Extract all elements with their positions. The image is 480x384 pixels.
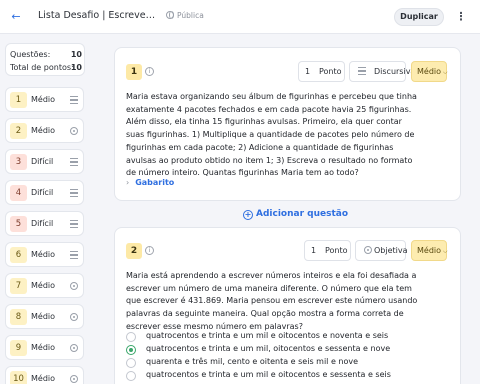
lines-icon bbox=[70, 158, 78, 166]
answer-option-text: quarenta e três mil, cento e oitenta e s… bbox=[146, 357, 359, 366]
radio-icon bbox=[70, 282, 78, 290]
question-type-label: Objetiva bbox=[374, 246, 408, 255]
radio-button[interactable] bbox=[126, 371, 136, 381]
questions-count: 10 bbox=[70, 50, 82, 59]
question-type-select[interactable]: Objetiva bbox=[355, 240, 408, 261]
chevron-down-icon: ⌵ bbox=[443, 69, 448, 76]
question-nav-item-4[interactable]: 4 Difícil bbox=[5, 180, 84, 205]
question-number: 7 bbox=[10, 278, 27, 294]
question-number: 9 bbox=[10, 340, 27, 356]
points-value: 1 bbox=[311, 246, 317, 255]
radio-icon bbox=[70, 127, 78, 135]
add-question-button[interactable]: + Adicionar questão bbox=[243, 209, 348, 220]
difficulty-select[interactable]: Médio ⌵ bbox=[411, 240, 448, 261]
radio-icon bbox=[70, 344, 78, 352]
answer-key-toggle[interactable]: › Gabarito bbox=[126, 178, 174, 187]
lines-icon bbox=[70, 189, 78, 197]
difficulty-label: Médio bbox=[417, 246, 442, 255]
points-unit: Ponto bbox=[319, 67, 342, 76]
top-bar: ← Lista Desafio | Escrevendo ... Pública… bbox=[0, 0, 480, 34]
plus-circle-icon: + bbox=[243, 210, 253, 220]
answer-key-label: Gabarito bbox=[135, 178, 175, 187]
visibility-label: Pública bbox=[177, 11, 204, 20]
page-title: Lista Desafio | Escrevendo ... bbox=[38, 10, 160, 21]
answer-option-text: quatrocentos e trinta e um mil, oitocent… bbox=[146, 344, 391, 353]
question-difficulty: Médio bbox=[31, 126, 56, 135]
question-difficulty: Difícil bbox=[31, 188, 54, 197]
question-number: 5 bbox=[10, 216, 27, 232]
duplicate-button[interactable]: Duplicar bbox=[394, 8, 444, 26]
question-nav-item-1[interactable]: 1 Médio bbox=[5, 87, 84, 112]
points-label: Total de pontos: bbox=[10, 63, 74, 72]
question-difficulty: Médio bbox=[31, 95, 56, 104]
question-type-label: Discursiva bbox=[374, 67, 416, 76]
question-difficulty: Médio bbox=[31, 374, 56, 383]
lines-icon bbox=[70, 96, 78, 104]
question-nav-item-2[interactable]: 2 Médio bbox=[5, 118, 84, 143]
question-number: 3 bbox=[10, 154, 27, 170]
points-field[interactable]: 1 Ponto bbox=[298, 61, 345, 82]
question-nav-item-8[interactable]: 8 Médio bbox=[5, 304, 84, 329]
question-number: 6 bbox=[10, 247, 27, 263]
question-number-badge: 2 bbox=[126, 243, 142, 259]
radio-button[interactable] bbox=[126, 358, 136, 368]
more-vertical-icon[interactable]: ⋮ bbox=[454, 8, 468, 26]
question-difficulty: Difícil bbox=[31, 157, 54, 166]
arrow-left-icon: ← bbox=[11, 10, 21, 23]
lines-icon bbox=[70, 251, 78, 259]
visibility-status: Pública bbox=[166, 11, 204, 20]
points-total: 10 bbox=[70, 63, 82, 72]
difficulty-label: Médio bbox=[417, 67, 442, 76]
lines-icon bbox=[70, 220, 78, 228]
globe-icon bbox=[166, 11, 174, 19]
answer-option-text: quatrocentos e trinta e um mil e oitocen… bbox=[146, 331, 389, 340]
question-difficulty: Médio bbox=[31, 343, 56, 352]
question-difficulty: Médio bbox=[31, 281, 56, 290]
radio-button-selected[interactable] bbox=[126, 345, 136, 355]
points-unit: Ponto bbox=[325, 246, 348, 255]
back-button[interactable]: ← bbox=[7, 8, 25, 26]
answer-option-text: quatrocentos e trinta e um mil e oitocen… bbox=[146, 370, 391, 379]
question-nav-item-3[interactable]: 3 Difícil bbox=[5, 149, 84, 174]
question-type-select[interactable]: Discursiva bbox=[349, 61, 415, 82]
question-difficulty: Médio bbox=[31, 250, 56, 259]
points-value: 1 bbox=[305, 67, 311, 76]
questions-label: Questões: bbox=[10, 50, 51, 59]
questions-stat: Questões: 10 bbox=[10, 50, 82, 59]
question-number-badge: 1 bbox=[126, 64, 142, 80]
question-number: 1 bbox=[10, 92, 27, 108]
question-nav-item-7[interactable]: 7 Médio bbox=[5, 273, 84, 298]
lines-icon bbox=[358, 67, 366, 75]
question-text: Maria está aprendendo a escrever números… bbox=[126, 271, 418, 331]
info-icon[interactable]: i bbox=[145, 67, 154, 76]
add-question-label: Adicionar questão bbox=[256, 209, 349, 219]
question-nav-item-9[interactable]: 9 Médio bbox=[5, 335, 84, 360]
question-number: 4 bbox=[10, 185, 27, 201]
question-difficulty: Difícil bbox=[31, 219, 54, 228]
question-number: 8 bbox=[10, 309, 27, 325]
difficulty-select[interactable]: Médio ⌵ bbox=[411, 61, 448, 82]
radio-icon bbox=[70, 375, 78, 383]
question-number: 2 bbox=[10, 123, 27, 139]
question-nav-item-5[interactable]: 5 Difícil bbox=[5, 211, 84, 236]
radio-button[interactable] bbox=[126, 332, 136, 342]
list-stats: Questões: 10 Total de pontos: 10 bbox=[5, 43, 85, 76]
points-stat: Total de pontos: 10 bbox=[10, 63, 82, 72]
points-field[interactable]: 1 Ponto bbox=[304, 240, 351, 261]
question-text: Maria estava organizando seu álbum de fi… bbox=[126, 92, 417, 178]
radio-icon bbox=[364, 246, 372, 254]
chevron-right-icon: › bbox=[126, 178, 130, 187]
question-nav-item-6[interactable]: 6 Médio bbox=[5, 242, 84, 267]
question-nav-item-10[interactable]: 10 Médio bbox=[5, 366, 84, 384]
question-number: 10 bbox=[10, 371, 27, 384]
radio-icon bbox=[70, 313, 78, 321]
chevron-down-icon: ⌵ bbox=[443, 248, 448, 255]
question-difficulty: Médio bbox=[31, 312, 56, 321]
info-icon[interactable]: i bbox=[145, 246, 154, 255]
